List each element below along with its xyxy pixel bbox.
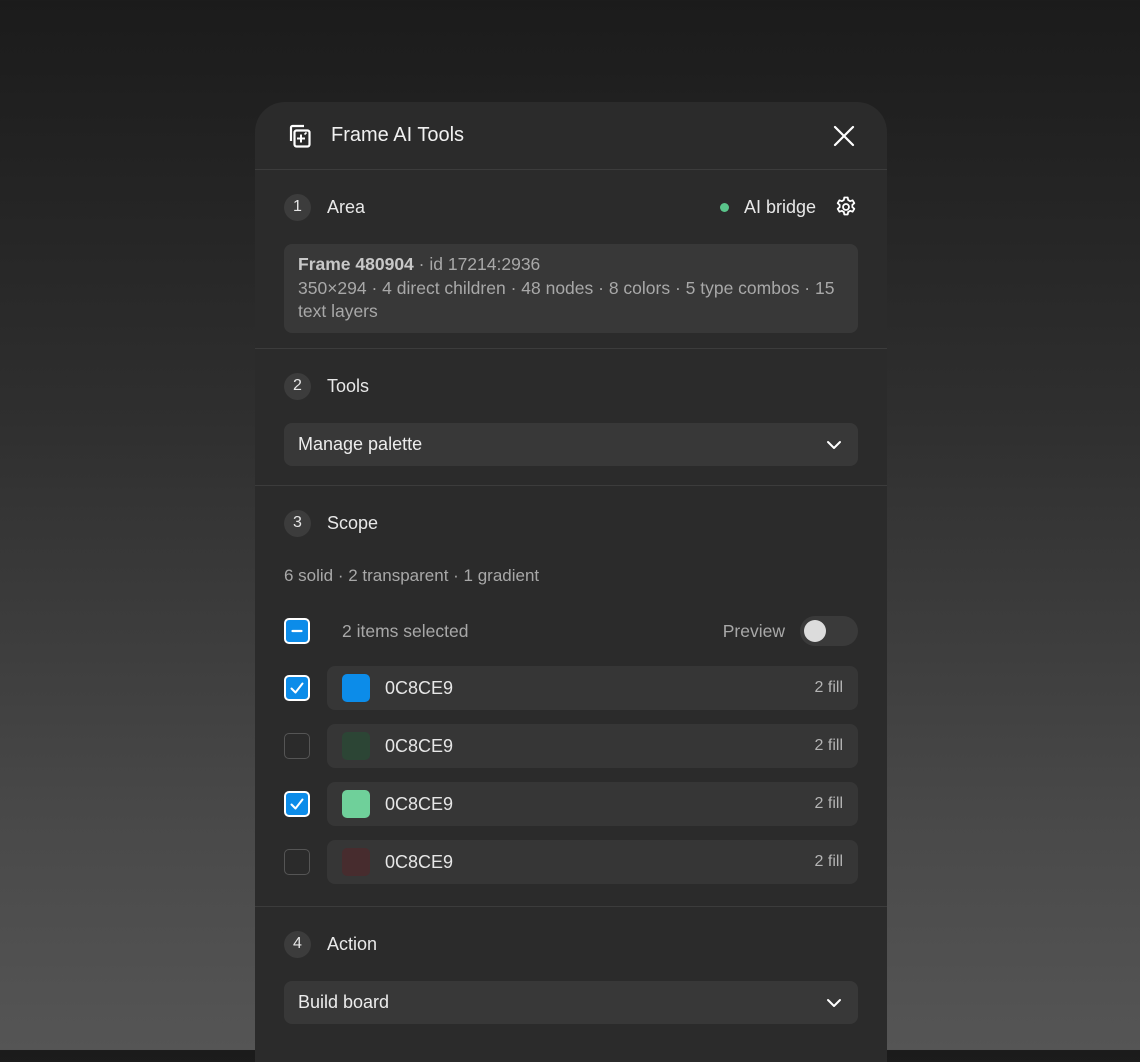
frame-info: Frame 480904 · id 17214:2936 350×294 · 4… [284, 244, 858, 333]
list-item: 0C8CE9 2 fill [284, 782, 858, 826]
frame-ai-icon [285, 122, 313, 150]
color-item-card[interactable]: 0C8CE9 2 fill [327, 782, 858, 826]
fill-count: 2 fill [814, 737, 843, 754]
color-summary: 6 solid · 2 transparent · 1 gradient [284, 566, 540, 585]
color-checkbox[interactable] [284, 791, 310, 817]
close-icon [833, 125, 855, 146]
color-swatch [342, 790, 370, 818]
tools-dropdown[interactable]: Manage palette [284, 423, 858, 466]
step-number: 1 [284, 193, 311, 221]
list-item: 0C8CE9 2 fill [284, 724, 858, 768]
color-list: 0C8CE9 2 fill 0C8CE9 2 fill 0C8CE9 2 fil… [284, 666, 858, 884]
frame-stats: 350×294 · 4 direct children · 48 nodes ·… [298, 277, 835, 322]
step-number: 4 [284, 930, 311, 958]
check-icon [290, 798, 304, 810]
section-label: Tools [327, 375, 370, 396]
tools-section: 2 Tools Manage palette [255, 349, 887, 486]
scope-section-header: 3 Scope [284, 486, 858, 560]
color-item-card[interactable]: 0C8CE9 2 fill [327, 724, 858, 768]
close-button[interactable] [831, 123, 857, 149]
list-item: 0C8CE9 2 fill [284, 840, 858, 884]
ai-bridge-status: AI bridge [719, 196, 816, 218]
color-item-card[interactable]: 0C8CE9 2 fill [327, 840, 858, 884]
color-checkbox[interactable] [284, 733, 310, 759]
action-dropdown[interactable]: Build board [284, 981, 858, 1024]
action-section-header: 4 Action [284, 907, 858, 981]
settings-button[interactable] [834, 195, 858, 219]
tools-section-header: 2 Tools [284, 349, 858, 423]
color-swatch [342, 848, 370, 876]
chevron-down-icon [824, 993, 844, 1013]
fill-count: 2 fill [814, 795, 843, 812]
area-section: 1 Area AI bridge Frame 480904 · id 17214… [255, 170, 887, 349]
color-hex: 0C8CE9 [385, 793, 454, 814]
selection-count: 2 items selected [342, 620, 469, 641]
section-label: Scope [327, 512, 379, 533]
frame-id: · id 17214:2936 [413, 254, 541, 274]
list-item: 0C8CE9 2 fill [284, 666, 858, 710]
gear-icon [836, 196, 856, 216]
status-dot-icon [719, 202, 729, 212]
step-number: 2 [284, 372, 311, 400]
chevron-down-icon [824, 435, 844, 455]
color-checkbox[interactable] [284, 849, 310, 875]
section-label: Area [327, 196, 366, 217]
select-all-row: 2 items selected Preview [284, 614, 858, 648]
ai-bridge-label: AI bridge [743, 196, 816, 217]
frame-name: Frame 480904 [298, 254, 414, 274]
minus-icon [291, 629, 303, 633]
frame-ai-tools-panel: Frame AI Tools 1 Area AI bridge Frame 48… [255, 102, 887, 1062]
select-all-checkbox[interactable] [284, 618, 310, 644]
step-number: 3 [284, 509, 311, 537]
check-icon [290, 682, 304, 694]
action-selected-value: Build board [298, 992, 390, 1012]
color-hex: 0C8CE9 [385, 851, 454, 872]
section-label: Action [327, 933, 378, 954]
fill-count: 2 fill [814, 679, 843, 696]
color-swatch [342, 732, 370, 760]
area-section-header: 1 Area AI bridge [284, 170, 858, 244]
preview-toggle[interactable] [800, 616, 858, 646]
color-hex: 0C8CE9 [385, 735, 454, 756]
color-swatch [342, 674, 370, 702]
scope-section: 3 Scope 6 solid · 2 transparent · 1 grad… [255, 486, 887, 907]
action-section: 4 Action Build board [255, 907, 887, 1024]
fill-count: 2 fill [814, 853, 843, 870]
panel-header: Frame AI Tools [255, 102, 887, 170]
panel-title: Frame AI Tools [331, 124, 465, 146]
color-checkbox[interactable] [284, 675, 310, 701]
preview-label: Preview [722, 620, 785, 641]
tools-selected-value: Manage palette [298, 434, 423, 454]
color-hex: 0C8CE9 [385, 677, 454, 698]
toggle-knob [804, 620, 826, 642]
color-item-card[interactable]: 0C8CE9 2 fill [327, 666, 858, 710]
